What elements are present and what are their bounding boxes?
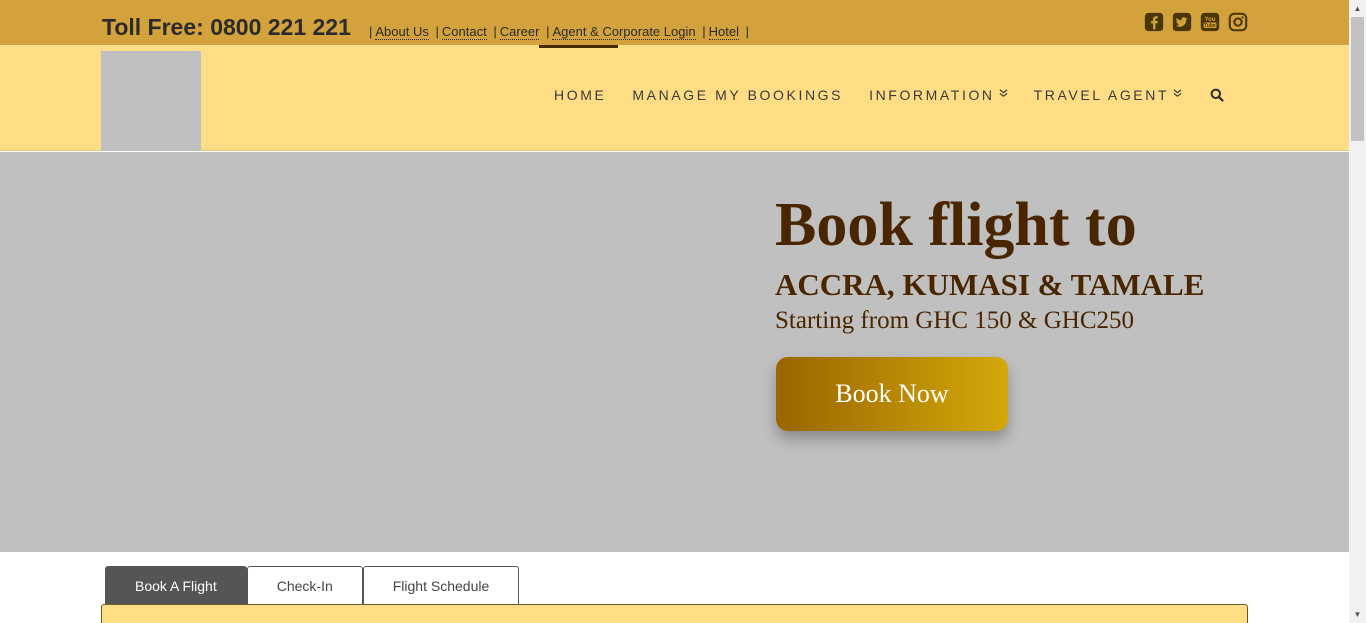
scroll-down-icon[interactable]: ▼ [1349, 606, 1366, 623]
nav-travel-agent-label: TRAVEL AGENT [1033, 87, 1170, 103]
hero-destinations: ACCRA, KUMASI & TAMALE [775, 267, 1205, 302]
link-separator: | [493, 24, 497, 39]
tab-book-a-flight[interactable]: Book A Flight [105, 566, 247, 604]
nav-item-information[interactable]: INFORMATION [869, 87, 1008, 103]
nav-item-manage-my-bookings[interactable]: MANAGE MY BOOKINGS [632, 87, 843, 103]
site-logo[interactable] [101, 51, 201, 151]
link-separator: | [369, 24, 373, 39]
agent-corporate-login-link[interactable]: Agent & Corporate Login [552, 24, 696, 40]
nav-item-travel-agent[interactable]: TRAVEL AGENT [1034, 87, 1182, 103]
career-link[interactable]: Career [499, 24, 540, 40]
booking-tabs: Book A Flight Check-In Flight Schedule [105, 566, 520, 604]
hero-title: Book flight to [775, 191, 1137, 259]
link-separator: | [546, 24, 550, 39]
book-now-button[interactable]: Book Now [776, 357, 1008, 431]
page-scrollbar[interactable]: ▲ ▼ [1349, 0, 1366, 623]
toll-free-number: Toll Free: 0800 221 221 [102, 14, 351, 40]
about-us-link[interactable]: About Us [375, 24, 429, 40]
hero-price-text: Starting from GHC 150 & GHC250 [775, 307, 1135, 334]
scroll-up-icon[interactable]: ▲ [1349, 0, 1366, 17]
link-separator: | [702, 24, 706, 39]
nav-information-label: INFORMATION [869, 87, 995, 103]
main-nav: HOME MANAGE MY BOOKINGS INFORMATION TRAV… [554, 87, 1224, 103]
nav-item-home[interactable]: HOME [554, 87, 606, 103]
link-separator: | [435, 24, 439, 39]
link-separator: | [745, 24, 749, 39]
svg-text:Tube: Tube [1204, 23, 1216, 29]
contact-link[interactable]: Contact [441, 24, 487, 40]
top-bar: Toll Free: 0800 221 221 | About Us | Conta… [0, 0, 1349, 45]
hotel-link[interactable]: Hotel [708, 24, 739, 40]
main-header: HOME MANAGE MY BOOKINGS INFORMATION TRAV… [0, 45, 1349, 151]
booking-panel [101, 604, 1248, 623]
nav-manage-bookings-label: MANAGE MY BOOKINGS [632, 87, 844, 103]
search-icon[interactable] [1210, 88, 1224, 102]
youtube-icon[interactable]: You Tube [1199, 11, 1221, 33]
chevron-down-icon [1173, 89, 1182, 101]
twitter-icon[interactable] [1171, 11, 1193, 33]
tab-flight-schedule[interactable]: Flight Schedule [362, 566, 520, 604]
instagram-icon[interactable] [1227, 11, 1249, 33]
social-links: You Tube [1143, 11, 1249, 33]
nav-active-indicator [539, 45, 618, 48]
chevron-down-icon [999, 89, 1008, 101]
hero-banner: Book flight to ACCRA, KUMASI & TAMALE St… [0, 152, 1349, 552]
scrollbar-thumb[interactable] [1351, 17, 1364, 141]
nav-home-label: HOME [554, 87, 607, 103]
top-links: | About Us | Contact | Career | Agent & Corp… [366, 24, 752, 40]
facebook-icon[interactable] [1143, 11, 1165, 33]
tab-check-in[interactable]: Check-In [246, 566, 363, 604]
